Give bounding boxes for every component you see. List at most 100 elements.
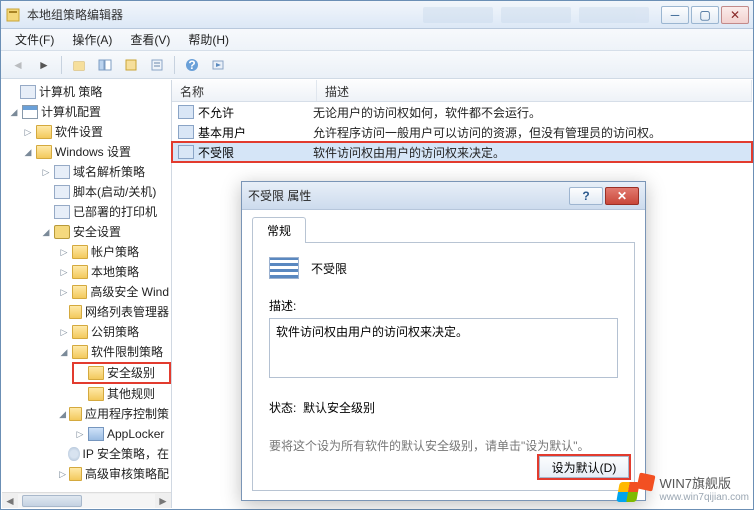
close-button[interactable]: ✕ bbox=[721, 6, 749, 24]
titlebar[interactable]: 本地组策略编辑器 ─ ▢ ✕ bbox=[1, 1, 753, 29]
menubar: 文件(F) 操作(A) 查看(V) 帮助(H) bbox=[1, 29, 753, 51]
folder-icon bbox=[88, 387, 104, 401]
scroll-left-icon[interactable]: ◄ bbox=[2, 494, 18, 508]
tree-security-levels[interactable]: 安全级别 bbox=[72, 362, 171, 384]
svg-text:?: ? bbox=[188, 58, 195, 72]
folder-icon bbox=[88, 366, 104, 380]
dialog-tabs: 常规 bbox=[252, 216, 635, 243]
maximize-button[interactable]: ▢ bbox=[691, 6, 719, 24]
tree-other-rules[interactable]: 其他规则 bbox=[4, 384, 171, 404]
desc-field[interactable] bbox=[269, 318, 618, 378]
collapse-icon[interactable]: ◢ bbox=[40, 226, 52, 238]
main-window: 本地组策略编辑器 ─ ▢ ✕ 文件(F) 操作(A) 查看(V) 帮助(H) ◄… bbox=[0, 0, 754, 510]
expand-icon[interactable] bbox=[6, 86, 18, 98]
folder-icon bbox=[72, 345, 88, 359]
lock-icon bbox=[54, 225, 70, 239]
expand-icon[interactable]: ▷ bbox=[22, 126, 34, 138]
menu-help[interactable]: 帮助(H) bbox=[180, 29, 237, 50]
tree-pubkey[interactable]: ▷公钥策略 bbox=[4, 322, 171, 342]
forward-button[interactable]: ► bbox=[33, 54, 55, 76]
back-button: ◄ bbox=[7, 54, 29, 76]
status-label: 状态: bbox=[269, 401, 296, 415]
menu-action[interactable]: 操作(A) bbox=[64, 29, 120, 50]
scroll-thumb[interactable] bbox=[22, 495, 82, 507]
doc-icon bbox=[54, 165, 70, 179]
tree-netlist[interactable]: 网络列表管理器 bbox=[4, 302, 171, 322]
collapse-icon[interactable]: ◢ bbox=[58, 346, 70, 358]
window-title: 本地组策略编辑器 bbox=[27, 6, 423, 23]
tree-root[interactable]: 计算机 策略 bbox=[4, 82, 171, 102]
tree-hscroll[interactable]: ◄ ► bbox=[2, 492, 171, 508]
tree-software-settings[interactable]: ▷软件设置 bbox=[4, 122, 171, 142]
list-row[interactable]: 不允许 无论用户的访问权如何，软件都不会运行。 bbox=[172, 102, 752, 122]
watermark-text: WIN7旗舰版 bbox=[660, 473, 749, 492]
folder-icon bbox=[72, 265, 88, 279]
tree-computer-config[interactable]: ◢计算机配置 bbox=[4, 102, 171, 122]
scroll-right-icon[interactable]: ► bbox=[155, 494, 171, 508]
watermark: WIN7旗舰版 www.win7qijian.com bbox=[618, 473, 749, 503]
help-button[interactable]: ? bbox=[181, 54, 203, 76]
col-name[interactable]: 名称 bbox=[172, 80, 317, 101]
col-desc[interactable]: 描述 bbox=[317, 80, 752, 101]
toolbar-sep2 bbox=[174, 56, 175, 74]
folder-icon bbox=[36, 145, 52, 159]
tree-windows-settings[interactable]: ◢Windows 设置 bbox=[4, 142, 171, 162]
dialog-titlebar[interactable]: 不受限 属性 ? ✕ bbox=[242, 182, 645, 210]
policy-icon bbox=[20, 85, 36, 99]
tree-srp[interactable]: ◢软件限制策略 bbox=[4, 342, 171, 362]
folder-icon bbox=[69, 467, 82, 481]
printer-icon bbox=[54, 205, 70, 219]
minimize-button[interactable]: ─ bbox=[661, 6, 689, 24]
folder-icon bbox=[72, 245, 88, 259]
desc-label: 描述: bbox=[269, 297, 618, 314]
properties-dialog[interactable]: 不受限 属性 ? ✕ 常规 不受限 描述: 状态: 默认安全级别 bbox=[241, 181, 646, 501]
level-name: 不受限 bbox=[311, 260, 347, 277]
collapse-icon[interactable]: ◢ bbox=[58, 408, 67, 420]
folder-icon bbox=[69, 305, 82, 319]
folder-icon bbox=[88, 427, 104, 441]
tree-local[interactable]: ▷本地策略 bbox=[4, 262, 171, 282]
folder-icon bbox=[36, 125, 52, 139]
list-row-selected[interactable]: 不受限 软件访问权由用户的访问权来决定。 bbox=[172, 142, 752, 162]
tree-account[interactable]: ▷帐户策略 bbox=[4, 242, 171, 262]
tree-scripts[interactable]: 脚本(启动/关机) bbox=[4, 182, 171, 202]
list-row[interactable]: 基本用户 允许程序访问一般用户可以访问的资源，但没有管理员的访问权。 bbox=[172, 122, 752, 142]
dialog-help-button[interactable]: ? bbox=[569, 187, 603, 205]
menu-view[interactable]: 查看(V) bbox=[122, 29, 178, 50]
windows-flag-icon bbox=[618, 474, 654, 502]
status-value: 默认安全级别 bbox=[303, 401, 375, 415]
collapse-icon[interactable]: ◢ bbox=[8, 106, 20, 118]
tree-adv-win[interactable]: ▷高级安全 Wind bbox=[4, 282, 171, 302]
script-icon bbox=[54, 185, 70, 199]
extra-button[interactable] bbox=[207, 54, 229, 76]
folder-icon bbox=[72, 285, 88, 299]
app-icon bbox=[5, 7, 21, 23]
list-header[interactable]: 名称 描述 bbox=[172, 80, 752, 102]
hint-text: 要将这个设为所有软件的默认安全级别，请单击"设为默认"。 bbox=[269, 438, 618, 454]
dialog-close-button[interactable]: ✕ bbox=[605, 187, 639, 205]
gear-icon bbox=[68, 447, 79, 461]
toolbar-sep bbox=[61, 56, 62, 74]
level-icon bbox=[178, 125, 194, 139]
level-icon bbox=[178, 145, 194, 159]
set-default-button[interactable]: 设为默认(D) bbox=[539, 456, 629, 478]
tree-audit[interactable]: ▷高级审核策略配 bbox=[4, 464, 171, 484]
properties-button[interactable] bbox=[146, 54, 168, 76]
export-button[interactable] bbox=[120, 54, 142, 76]
folder-icon bbox=[72, 325, 88, 339]
tab-general[interactable]: 常规 bbox=[252, 217, 306, 243]
level-icon bbox=[178, 105, 194, 119]
tree-printers[interactable]: 已部署的打印机 bbox=[4, 202, 171, 222]
tree-appctrl[interactable]: ◢应用程序控制策 bbox=[4, 404, 171, 424]
computer-icon bbox=[22, 105, 38, 119]
menu-file[interactable]: 文件(F) bbox=[7, 29, 62, 50]
up-button[interactable] bbox=[68, 54, 90, 76]
tree-pane: 计算机 策略 ◢计算机配置 ▷软件设置 ◢Windows 设置 ▷域名解析策略 … bbox=[2, 80, 172, 508]
collapse-icon[interactable]: ◢ bbox=[22, 146, 34, 158]
tree-dns[interactable]: ▷域名解析策略 bbox=[4, 162, 171, 182]
tree-applocker[interactable]: ▷AppLocker bbox=[4, 424, 171, 444]
tab-page: 不受限 描述: 状态: 默认安全级别 要将这个设为所有软件的默认安全级别，请单击… bbox=[252, 243, 635, 491]
tree-security[interactable]: ◢安全设置 bbox=[4, 222, 171, 242]
tree-ipsec[interactable]: IP 安全策略，在 bbox=[4, 444, 171, 464]
show-hide-tree-button[interactable] bbox=[94, 54, 116, 76]
